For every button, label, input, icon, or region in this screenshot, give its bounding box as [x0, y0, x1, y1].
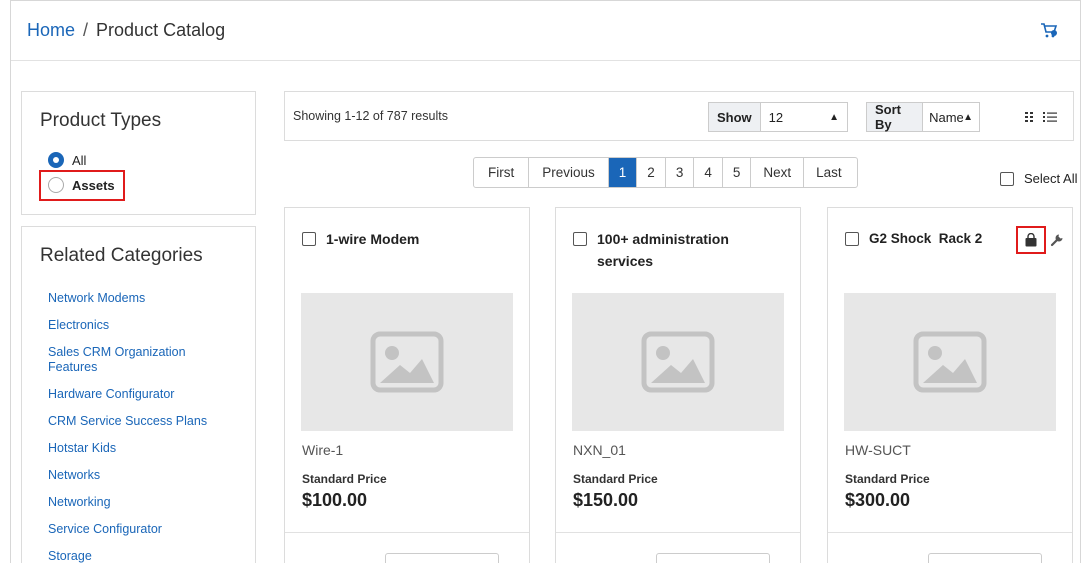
- breadcrumb-current: Product Catalog: [96, 20, 226, 40]
- pagination-page[interactable]: 2: [637, 158, 666, 187]
- sort-value: Name: [929, 109, 964, 125]
- pagination-previous[interactable]: Previous: [529, 158, 609, 187]
- product-card-header: 1-wire Modem: [302, 228, 512, 250]
- radio-unchecked-icon[interactable]: [48, 177, 64, 193]
- product-price: $150.00: [573, 490, 639, 510]
- product-price: $300.00: [845, 490, 911, 510]
- show-value: 12: [768, 109, 784, 125]
- product-checkbox[interactable]: [573, 232, 587, 246]
- sort-label: Sort By: [867, 102, 924, 132]
- radio-all[interactable]: All: [48, 152, 86, 168]
- product-checkbox[interactable]: [845, 232, 859, 246]
- product-sku: Wire-1: [302, 442, 344, 458]
- category-link[interactable]: CRM Service Success Plans: [48, 414, 228, 429]
- list-view-icon[interactable]: [1043, 111, 1057, 123]
- show-label: Show: [709, 103, 761, 131]
- pagination-first[interactable]: First: [474, 158, 530, 187]
- category-link[interactable]: Network Modems: [48, 291, 228, 306]
- product-image[interactable]: [301, 293, 513, 431]
- card-divider: [285, 532, 529, 533]
- category-link[interactable]: Sales CRM Organization Features: [48, 345, 208, 375]
- card-action-button[interactable]: [385, 553, 499, 563]
- product-name[interactable]: 100+ administration services: [597, 228, 747, 272]
- related-categories-panel: Related Categories Network Modems Electr…: [21, 226, 256, 563]
- product-name[interactable]: G2 Shock Rack 2: [869, 228, 982, 250]
- product-card-header: 100+ administration services: [573, 228, 783, 272]
- bag-highlight-box[interactable]: [1016, 226, 1046, 254]
- product-card[interactable]: G2 Shock Rack 2 HW-SUCT Standard Price $…: [827, 207, 1073, 563]
- radio-assets-label: Assets: [72, 177, 115, 193]
- radio-all-label: All: [72, 152, 87, 168]
- category-link[interactable]: Electronics: [48, 318, 228, 333]
- radio-checked-icon[interactable]: [48, 152, 64, 168]
- sort-value-dropdown[interactable]: Name ▲︎: [923, 103, 979, 131]
- cart-config-icon[interactable]: [1040, 21, 1058, 39]
- product-sku: HW-SUCT: [845, 442, 911, 458]
- select-all-label: Select All: [1024, 171, 1078, 186]
- pagination-page[interactable]: 5: [723, 158, 752, 187]
- category-link[interactable]: Storage: [48, 549, 228, 563]
- bag-icon[interactable]: [1024, 233, 1038, 247]
- price-label: Standard Price: [573, 472, 658, 486]
- product-tools: [1016, 226, 1064, 254]
- product-types-panel: Product Types All Assets: [21, 91, 256, 215]
- select-all[interactable]: Select All: [1000, 171, 1077, 186]
- product-price: $100.00: [302, 490, 368, 510]
- wrench-icon[interactable]: [1050, 233, 1064, 247]
- product-image[interactable]: [572, 293, 784, 431]
- product-checkbox[interactable]: [302, 232, 316, 246]
- image-placeholder-icon: [913, 331, 987, 393]
- category-link[interactable]: Service Configurator: [48, 522, 228, 537]
- select-all-checkbox[interactable]: [1000, 171, 1014, 186]
- category-link[interactable]: Networking: [48, 495, 228, 510]
- sort-arrows-icon: ▲︎: [963, 111, 973, 123]
- product-name[interactable]: 1-wire Modem: [326, 228, 419, 250]
- product-sku: NXN_01: [573, 442, 626, 458]
- product-image[interactable]: [844, 293, 1056, 431]
- image-placeholder-icon: [370, 331, 444, 393]
- price-label: Standard Price: [302, 472, 387, 486]
- results-toolbar: Showing 1-12 of 787 results Show 12 ▲︎ S…: [284, 91, 1074, 141]
- pagination-page[interactable]: 3: [666, 158, 695, 187]
- pagination-last[interactable]: Last: [804, 158, 857, 187]
- related-categories-title: Related Categories: [40, 245, 203, 266]
- card-divider: [828, 532, 1072, 533]
- radio-assets[interactable]: Assets: [48, 177, 115, 193]
- product-card[interactable]: 1-wire Modem Wire-1 Standard Price $100.…: [284, 207, 530, 563]
- breadcrumb-separator: /: [83, 20, 89, 40]
- product-types-title: Product Types: [40, 110, 162, 131]
- category-link[interactable]: Hotstar Kids: [48, 441, 228, 456]
- card-action-button[interactable]: [656, 553, 770, 563]
- results-count: Showing 1-12 of 787 results: [293, 109, 448, 123]
- pagination-next[interactable]: Next: [751, 158, 805, 187]
- view-toggle: [1023, 111, 1057, 123]
- pagination: First Previous 1 2 3 4 5 Next Last: [473, 157, 859, 188]
- app-frame: Home / Product Catalog Product Types All A…: [10, 0, 1081, 563]
- pagination-page[interactable]: 4: [694, 158, 723, 187]
- grid-view-icon[interactable]: [1023, 111, 1037, 123]
- page-header: Home / Product Catalog: [11, 1, 1080, 61]
- card-divider: [556, 532, 800, 533]
- show-value-dropdown[interactable]: 12 ▲︎: [761, 103, 847, 131]
- pagination-page[interactable]: 1: [608, 158, 638, 187]
- card-action-button[interactable]: [928, 553, 1042, 563]
- category-link[interactable]: Hardware Configurator: [48, 387, 228, 402]
- sort-arrows-icon: ▲︎: [829, 111, 839, 123]
- category-link[interactable]: Networks: [48, 468, 228, 483]
- show-per-page-select[interactable]: Show 12 ▲︎: [708, 102, 848, 132]
- category-list: Network Modems Electronics Sales CRM Org…: [48, 291, 228, 563]
- breadcrumb-home-link[interactable]: Home: [27, 20, 75, 40]
- breadcrumb: Home / Product Catalog: [27, 20, 225, 41]
- image-placeholder-icon: [641, 331, 715, 393]
- sort-by-select[interactable]: Sort By Name ▲︎: [866, 102, 980, 132]
- price-label: Standard Price: [845, 472, 930, 486]
- product-card[interactable]: 100+ administration services NXN_01 Stan…: [555, 207, 801, 563]
